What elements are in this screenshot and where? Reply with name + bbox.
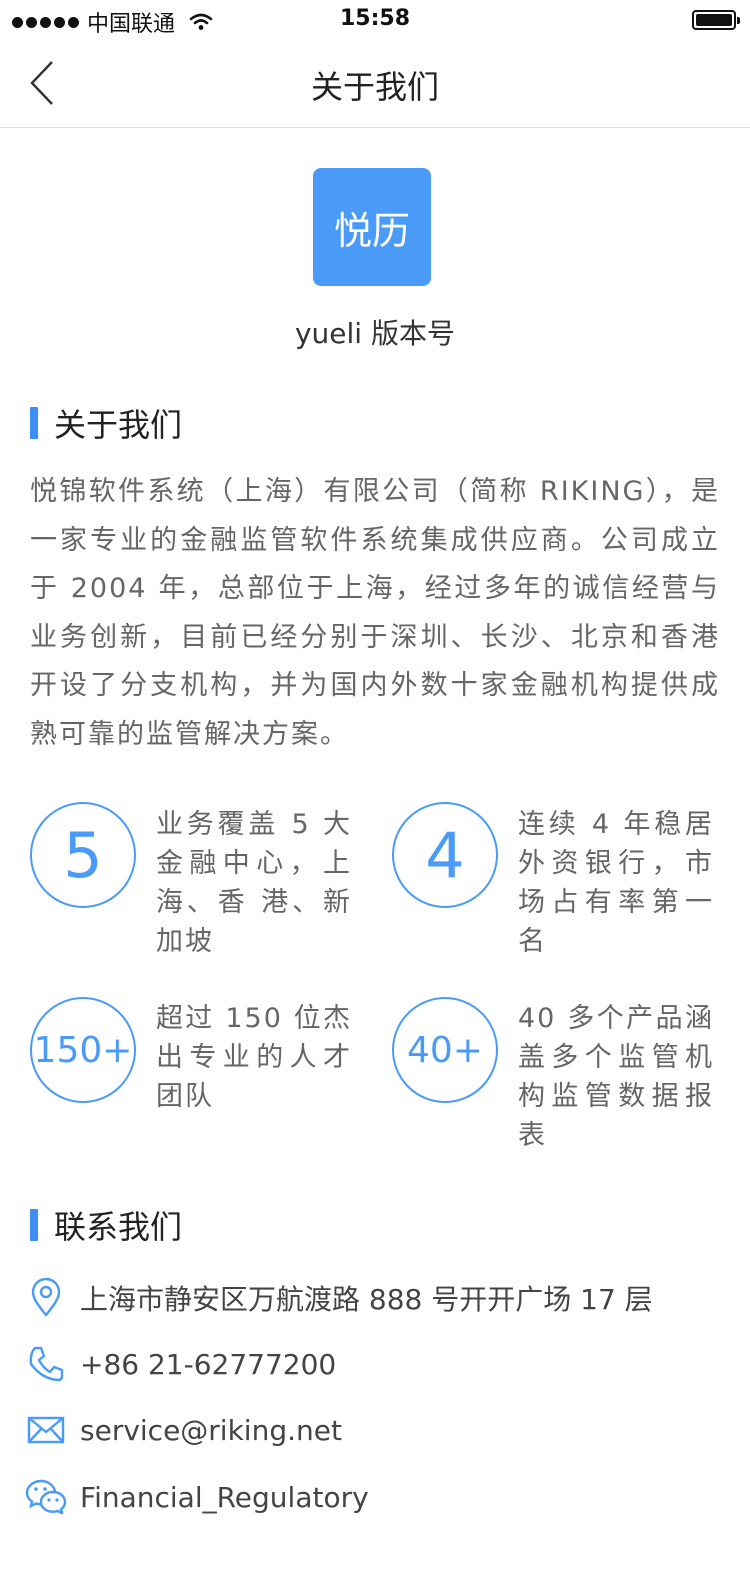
phone-icon: [24, 1342, 68, 1386]
stat-circle-products: 40+: [392, 997, 498, 1103]
location-icon: [24, 1276, 68, 1320]
status-time: 15:58: [339, 6, 411, 31]
contact-email: service@riking.net: [80, 1413, 342, 1447]
contact-title-text: 联系我们: [54, 1208, 183, 1246]
section-accent-bar: [30, 1209, 38, 1241]
stat-text-centers: 业务覆盖 5 大金融中心，上海、香 港、新加坡: [156, 809, 352, 957]
version-label: yueli 版本号: [294, 317, 455, 350]
page-title: 关于我们: [310, 68, 439, 106]
contact-phone-row[interactable]: +86 21-62777200: [24, 1342, 336, 1386]
contact-address: 上海市静安区万航渡路 888 号开开广场 17 层: [80, 1283, 653, 1316]
contact-address-row[interactable]: 上海市静安区万航渡路 888 号开开广场 17 层: [24, 1276, 653, 1320]
contact-email-row[interactable]: service@riking.net: [24, 1408, 342, 1452]
about-section-title: 关于我们: [30, 400, 182, 446]
stat-circle-centers: 5: [30, 802, 136, 908]
about-title-text: 关于我们: [54, 406, 183, 444]
stat-text-talent: 超过 150 位杰出专业的人才团队: [156, 1003, 352, 1112]
contact-phone: +86 21-62777200: [80, 1347, 337, 1381]
mail-icon: [24, 1408, 68, 1452]
stat-text-products: 40 多个产品涵盖多个监管机构监管数据报表: [518, 1003, 714, 1151]
battery-icon: [692, 10, 740, 30]
stat-text-years: 连续 4 年稳居外资银行，市场占有率第一名: [518, 809, 714, 957]
section-accent-bar: [30, 407, 38, 439]
contact-wechat-row[interactable]: Financial_Regulatory: [24, 1475, 369, 1519]
stat-circle-years: 4: [392, 802, 498, 908]
wechat-icon: [24, 1475, 68, 1519]
nav-bar: 关于我们: [0, 40, 750, 128]
contact-wechat: Financial_Regulatory: [80, 1480, 369, 1514]
status-bar: 中国联通 15:58: [0, 0, 750, 40]
about-paragraph: 悦锦软件系统（上海）有限公司（简称 RIKING），是一家专业的金融监管软件系统…: [30, 476, 720, 750]
app-logo: 悦历: [313, 168, 431, 286]
contact-section-title: 联系我们: [30, 1202, 182, 1248]
stat-circle-talent: 150+: [30, 997, 136, 1103]
